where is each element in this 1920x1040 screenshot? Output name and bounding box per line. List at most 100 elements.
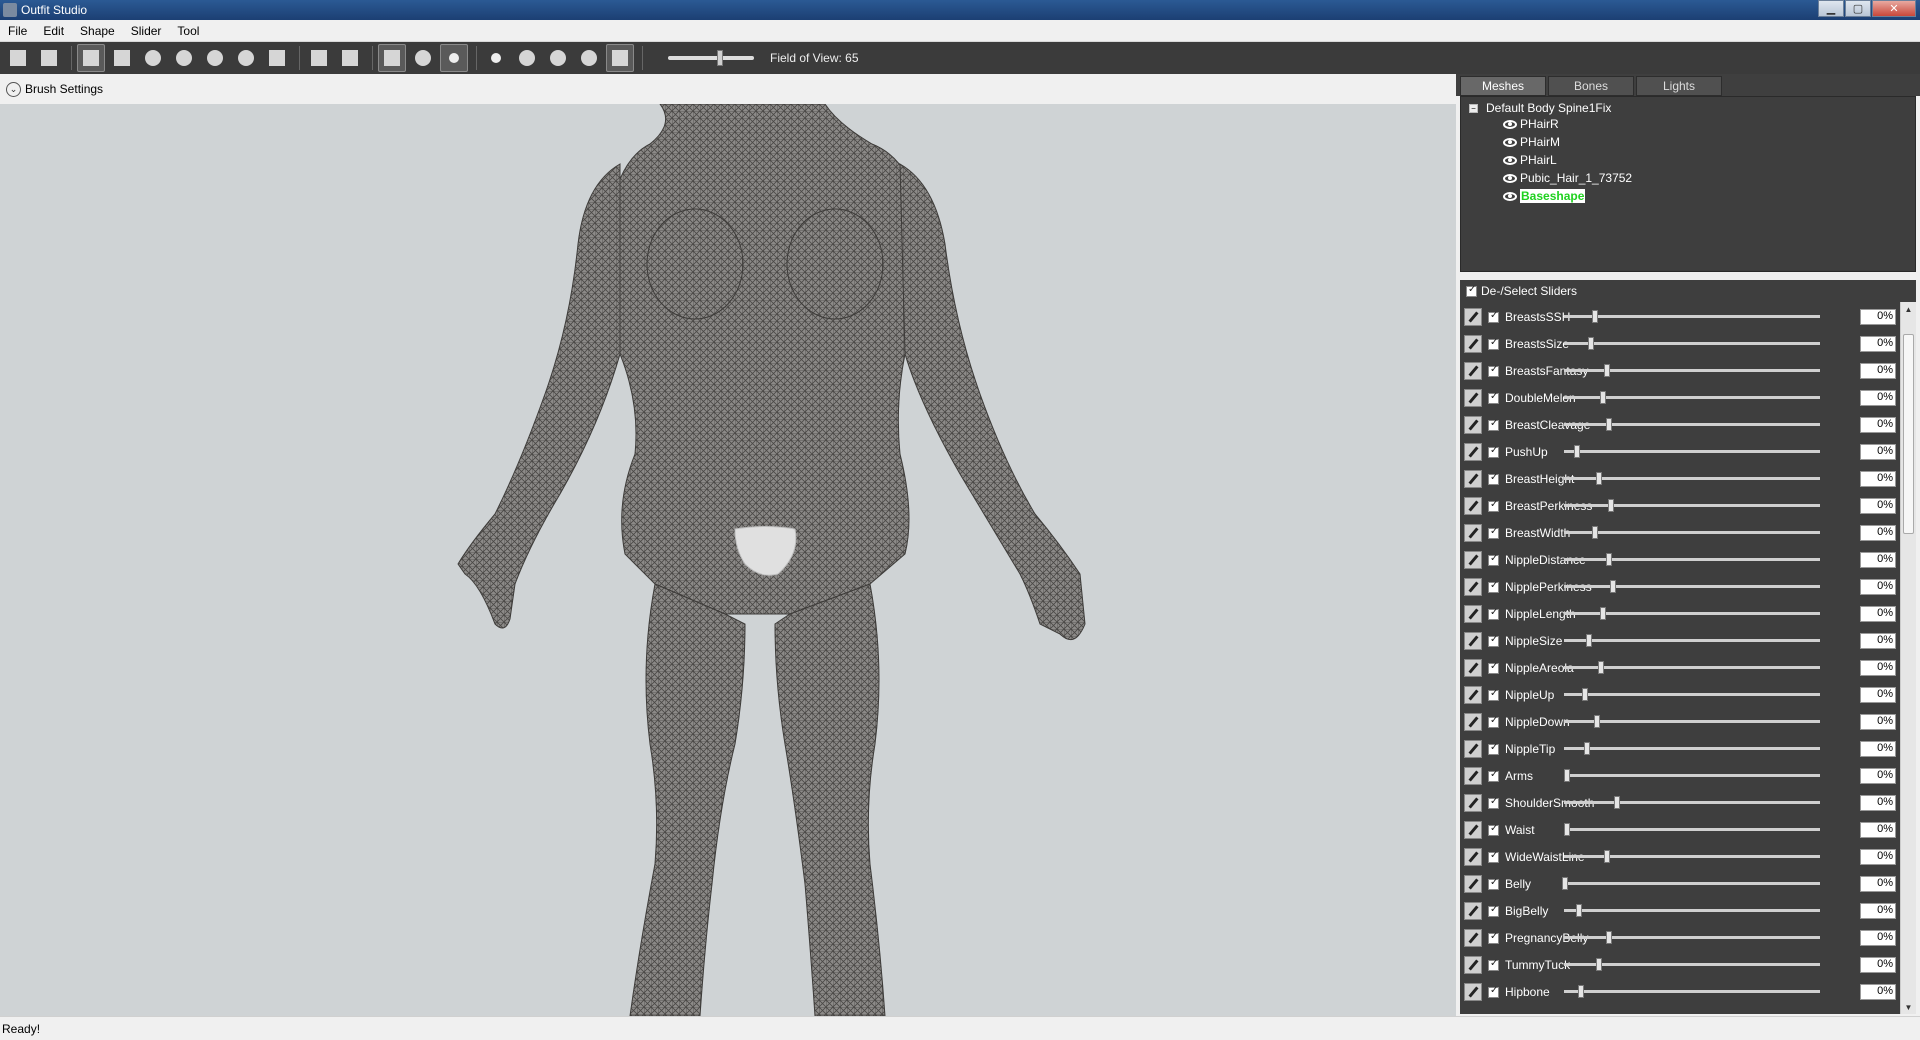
minimize-button[interactable]: ▁ — [1818, 0, 1844, 17]
edit-slider-brush-icon[interactable] — [1464, 821, 1482, 839]
slider-checkbox[interactable] — [1488, 364, 1499, 377]
chevron-down-icon[interactable]: ⌄ — [6, 81, 21, 97]
menu-file[interactable]: File — [0, 24, 35, 38]
view-left-button[interactable] — [544, 44, 572, 72]
slider-track[interactable] — [1564, 774, 1820, 777]
tree-item-phairr[interactable]: PHairR — [1503, 117, 1559, 131]
tab-bones[interactable]: Bones — [1548, 76, 1634, 96]
slider-checkbox[interactable] — [1488, 472, 1499, 485]
slider-checkbox[interactable] — [1488, 337, 1499, 350]
slider-thumb[interactable] — [1564, 769, 1570, 782]
slider-track[interactable] — [1564, 423, 1820, 426]
slider-thumb[interactable] — [1594, 715, 1600, 728]
slider-track[interactable] — [1564, 315, 1820, 318]
edit-slider-brush-icon[interactable] — [1464, 308, 1482, 326]
pivot-tool-button[interactable] — [336, 44, 364, 72]
slider-value[interactable]: 0% — [1860, 390, 1896, 406]
edit-slider-brush-icon[interactable] — [1464, 443, 1482, 461]
slider-thumb[interactable] — [1606, 931, 1612, 944]
edit-slider-brush-icon[interactable] — [1464, 767, 1482, 785]
maximize-button[interactable]: ▢ — [1845, 0, 1871, 17]
slider-checkbox[interactable] — [1488, 391, 1499, 404]
slider-value[interactable]: 0% — [1860, 552, 1896, 568]
slider-value[interactable]: 0% — [1860, 849, 1896, 865]
slider-value[interactable]: 0% — [1860, 768, 1896, 784]
slider-checkbox[interactable] — [1488, 499, 1499, 512]
slider-checkbox[interactable] — [1488, 742, 1499, 755]
eye-icon[interactable] — [1503, 155, 1517, 165]
slider-track[interactable] — [1564, 747, 1820, 750]
slider-track[interactable] — [1564, 828, 1820, 831]
slider-thumb[interactable] — [1596, 472, 1602, 485]
edit-slider-brush-icon[interactable] — [1464, 389, 1482, 407]
edit-slider-brush-icon[interactable] — [1464, 659, 1482, 677]
slider-value[interactable]: 0% — [1860, 876, 1896, 892]
edit-slider-brush-icon[interactable] — [1464, 902, 1482, 920]
slider-track[interactable] — [1564, 585, 1820, 588]
select-tool-button[interactable] — [77, 44, 105, 72]
edit-slider-brush-icon[interactable] — [1464, 848, 1482, 866]
edit-slider-brush-icon[interactable] — [1464, 956, 1482, 974]
scroll-thumb[interactable] — [1903, 334, 1914, 534]
slider-track[interactable] — [1564, 990, 1820, 993]
edit-slider-brush-icon[interactable] — [1464, 794, 1482, 812]
smooth-brush-button[interactable] — [232, 44, 260, 72]
slider-thumb[interactable] — [1584, 742, 1590, 755]
mesh-tree-root[interactable]: − Default Body Spine1Fix — [1469, 101, 1611, 115]
tree-item-pubic-hair[interactable]: Pubic_Hair_1_73752 — [1503, 171, 1632, 185]
slider-value[interactable]: 0% — [1860, 984, 1896, 1000]
edit-slider-brush-icon[interactable] — [1464, 416, 1482, 434]
slider-thumb[interactable] — [1588, 337, 1594, 350]
slider-checkbox[interactable] — [1488, 850, 1499, 863]
edit-slider-brush-icon[interactable] — [1464, 524, 1482, 542]
edit-slider-brush-icon[interactable] — [1464, 632, 1482, 650]
slider-checkbox[interactable] — [1488, 823, 1499, 836]
slider-value[interactable]: 0% — [1860, 471, 1896, 487]
slider-value[interactable]: 0% — [1860, 741, 1896, 757]
weight-brush-button[interactable] — [263, 44, 291, 72]
slider-checkbox[interactable] — [1488, 877, 1499, 890]
slider-value[interactable]: 0% — [1860, 363, 1896, 379]
edit-slider-brush-icon[interactable] — [1464, 335, 1482, 353]
load-reference-button[interactable] — [4, 44, 32, 72]
slider-track[interactable] — [1564, 558, 1820, 561]
edit-slider-brush-icon[interactable] — [1464, 929, 1482, 947]
mirror-x-button[interactable] — [378, 44, 406, 72]
slider-value[interactable]: 0% — [1860, 579, 1896, 595]
slider-thumb[interactable] — [1592, 526, 1598, 539]
slider-checkbox[interactable] — [1488, 445, 1499, 458]
slider-scrollbar[interactable]: ▲ ▼ — [1900, 302, 1916, 1014]
tree-item-phairl[interactable]: PHairL — [1503, 153, 1557, 167]
eye-icon[interactable] — [1503, 137, 1517, 147]
edit-slider-brush-icon[interactable] — [1464, 713, 1482, 731]
slider-thumb[interactable] — [1608, 499, 1614, 512]
edit-slider-brush-icon[interactable] — [1464, 362, 1482, 380]
slider-thumb[interactable] — [1562, 877, 1568, 890]
slider-value[interactable]: 0% — [1860, 687, 1896, 703]
menu-slider[interactable]: Slider — [123, 24, 170, 38]
3d-viewport[interactable] — [0, 104, 1456, 1016]
slider-thumb[interactable] — [1586, 634, 1592, 647]
eye-icon[interactable] — [1503, 191, 1517, 201]
mask-brush-button[interactable] — [108, 44, 136, 72]
edit-slider-brush-icon[interactable] — [1464, 605, 1482, 623]
slider-track[interactable] — [1564, 855, 1820, 858]
edit-slider-brush-icon[interactable] — [1464, 875, 1482, 893]
fov-slider[interactable] — [668, 50, 754, 66]
transform-tool-button[interactable] — [305, 44, 333, 72]
eye-icon[interactable] — [1503, 173, 1517, 183]
slider-thumb[interactable] — [1604, 850, 1610, 863]
slider-thumb[interactable] — [1592, 310, 1598, 323]
edit-slider-brush-icon[interactable] — [1464, 983, 1482, 1001]
slider-thumb[interactable] — [1604, 364, 1610, 377]
edit-slider-brush-icon[interactable] — [1464, 551, 1482, 569]
slider-checkbox[interactable] — [1488, 310, 1499, 323]
slider-track[interactable] — [1564, 531, 1820, 534]
slider-checkbox[interactable] — [1488, 958, 1499, 971]
perspective-button[interactable] — [606, 44, 634, 72]
connected-only-button[interactable] — [409, 44, 437, 72]
slider-checkbox[interactable] — [1488, 580, 1499, 593]
slider-checkbox[interactable] — [1488, 688, 1499, 701]
edit-slider-brush-icon[interactable] — [1464, 686, 1482, 704]
slider-track[interactable] — [1564, 504, 1820, 507]
